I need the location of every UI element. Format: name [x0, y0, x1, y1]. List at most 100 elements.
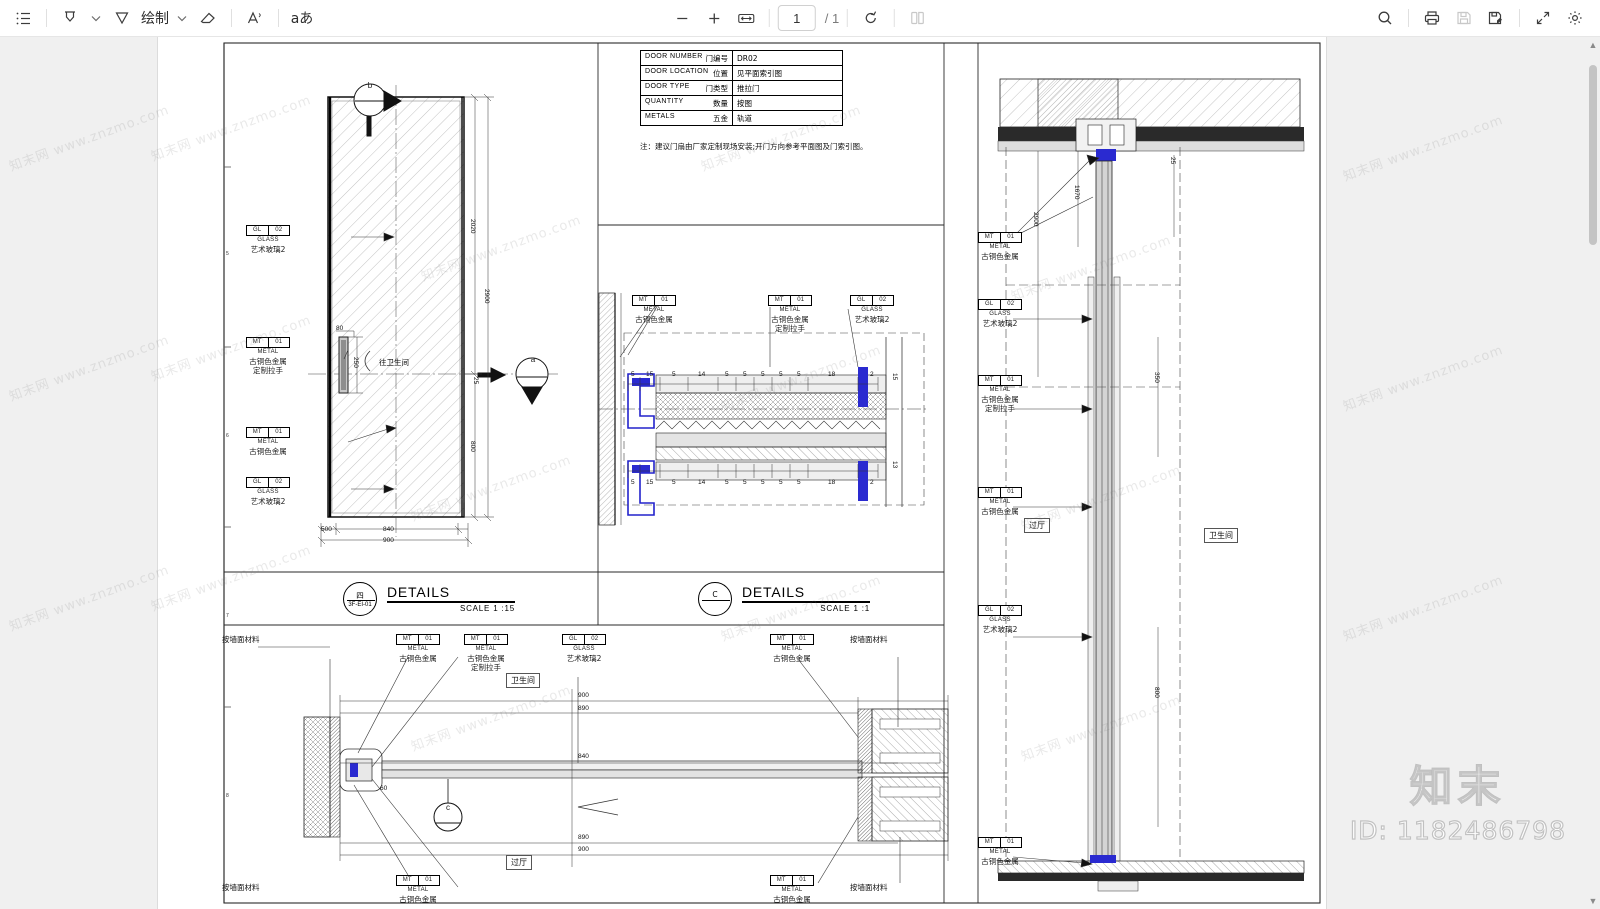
toolbar-divider [1519, 9, 1520, 27]
tag-num: 02 [275, 478, 283, 485]
svg-text:5: 5 [226, 251, 229, 257]
tag-caption-cn: 古铜色金属 [467, 653, 505, 663]
tag-caption-cn: 艺术玻璃2 [566, 653, 602, 663]
vertical-scrollbar[interactable]: ▲ ▼ [1586, 37, 1600, 909]
dual-page-icon[interactable] [903, 4, 933, 32]
schedule-key-en: METALS [645, 112, 675, 120]
material-tag-glass: GL 02 GLASS 艺术玻璃2 [246, 225, 290, 254]
detail-scale-label: SCALE 1 :1 [820, 603, 870, 613]
tag-box: MT 01 [246, 427, 290, 438]
tag-caption: METAL [989, 498, 1011, 505]
tag-num: 02 [1007, 300, 1015, 307]
highlighter-dropdown-chevron-icon[interactable] [87, 4, 105, 32]
section-tag-metal-bottom: MT 01 METAL 古铜色金属 [978, 837, 1022, 866]
tag-box: MT 01 [396, 875, 440, 886]
tag-box: MT 01 [396, 634, 440, 645]
dim-cb-9: 5 [797, 479, 801, 486]
schedule-key-en: DOOR LOCATION [645, 67, 709, 75]
watermark-text: 知末网 www.znzmo.com [7, 562, 172, 635]
toolbar-left-group: 绘制 aあ [0, 4, 317, 32]
font-size-icon[interactable]: aあ [287, 4, 317, 32]
material-tag-glass-lower: GL 02 GLASS 艺术玻璃2 [246, 477, 290, 506]
plan-wall-finish-right-top: 按墙面材料 [850, 635, 888, 644]
detail-title-label: DETAILS [387, 584, 450, 600]
document-viewport[interactable]: 5678 DOOR NUMBER 门编号 DR02 DOOR LOCATION … [0, 37, 1600, 909]
tag-num: 01 [425, 635, 433, 642]
tag-caption-cn: 古铜色金属 [249, 446, 287, 456]
draw-dropdown-chevron-icon[interactable] [173, 4, 191, 32]
section-tag-glass-2: GL 02 GLASS 艺术玻璃2 [978, 605, 1022, 634]
detail-circle: 四 3F-EI-01 [343, 582, 377, 616]
dimension-2020: 2020 [469, 219, 476, 234]
dim-c-2: 15 [646, 371, 654, 378]
rotate-icon[interactable] [856, 4, 886, 32]
search-icon[interactable] [1370, 4, 1400, 32]
schedule-key-cn: 门类型 [705, 83, 729, 93]
toolbar-divider [847, 9, 849, 27]
eraser-icon[interactable] [193, 4, 223, 32]
plan-wall-finish-top: 按墙面材料 [222, 635, 260, 644]
fit-width-button[interactable] [731, 4, 761, 32]
schedule-value: 见平面索引图 [732, 65, 843, 81]
tag-box: MT 01 [632, 295, 676, 306]
toolbar: 绘制 aあ 1 / 1 [0, 0, 1600, 37]
zoom-out-button[interactable] [667, 4, 697, 32]
scrollbar-thumb[interactable] [1589, 65, 1597, 245]
tag-code: MT [771, 876, 793, 885]
tag-caption: METAL [779, 306, 801, 313]
tag-caption-cn: 古铜色金属 [249, 356, 287, 366]
watermark-text: 知末网 www.znzmo.com [7, 102, 172, 175]
schedule-value: 推拉门 [732, 80, 843, 96]
tag-code: MT [397, 876, 419, 885]
highlighter-icon[interactable] [55, 4, 85, 32]
plan-tag-glass: GL 02 GLASS 艺术玻璃2 [562, 634, 606, 663]
zoom-in-button[interactable] [699, 4, 729, 32]
tag-box: MT 01 [978, 837, 1022, 848]
scroll-up-arrow-icon[interactable]: ▲ [1588, 39, 1598, 51]
dim-cb-5: 5 [725, 479, 729, 486]
settings-gear-icon[interactable] [1560, 4, 1590, 32]
svg-text:8: 8 [226, 793, 229, 799]
toolbar-divider [894, 9, 896, 27]
print-icon[interactable] [1417, 4, 1447, 32]
detail-title-rule [742, 601, 870, 603]
dimension-handle-width: 80 [336, 325, 344, 332]
pen-draw-icon[interactable] [107, 4, 137, 32]
tag-num: 01 [797, 296, 805, 303]
save-as-icon[interactable] [1481, 4, 1511, 32]
draw-label[interactable]: 绘制 [139, 8, 171, 28]
tag-caption-cn: 古铜色金属 [981, 251, 1019, 261]
fullscreen-icon[interactable] [1528, 4, 1558, 32]
dimension-25: 25 [472, 377, 479, 385]
toolbar-right-group [1370, 4, 1590, 32]
toolbar-divider [768, 9, 770, 27]
tag-box: GL 02 [978, 299, 1022, 310]
tag-box: GL 02 [562, 634, 606, 645]
save-icon[interactable] [1449, 4, 1479, 32]
plan-tag-metal-handle: MT 01 METAL 古铜色金属 定制拉手 [464, 634, 508, 673]
tag-code: MT [397, 635, 419, 644]
tag-caption-cn: 古铜色金属 [635, 314, 673, 324]
tag-num: 02 [275, 226, 283, 233]
plan-tag-metal-bottom-right: MT 01 METAL 古铜色金属 [770, 875, 814, 904]
detail-title-text: DETAILS SCALE 1 :15 [387, 584, 515, 613]
dim-c-3: 5 [672, 371, 676, 378]
dimension-handle-height: 250 [352, 357, 359, 368]
svg-text:6: 6 [226, 433, 229, 439]
schedule-value: DR02 [732, 50, 843, 66]
tag-box: MT 01 [246, 337, 290, 348]
schedule-key-cn: 位置 [713, 68, 728, 78]
text-annotate-icon[interactable] [240, 4, 270, 32]
dim-c-1: 5 [631, 371, 635, 378]
scroll-down-arrow-icon[interactable]: ▼ [1588, 895, 1598, 907]
material-tag-metal: MT 01 METAL 古铜色金属 [246, 427, 290, 456]
tag-num: 01 [1007, 488, 1015, 495]
outline-list-icon[interactable] [8, 4, 38, 32]
tag-code: MT [771, 635, 793, 644]
tag-caption: METAL [781, 886, 803, 893]
toolbar-divider [231, 9, 232, 27]
page-number-input[interactable] [777, 5, 816, 31]
tag-code: MT [465, 635, 487, 644]
tag-caption: METAL [989, 848, 1011, 855]
tag-box: MT 01 [978, 487, 1022, 498]
